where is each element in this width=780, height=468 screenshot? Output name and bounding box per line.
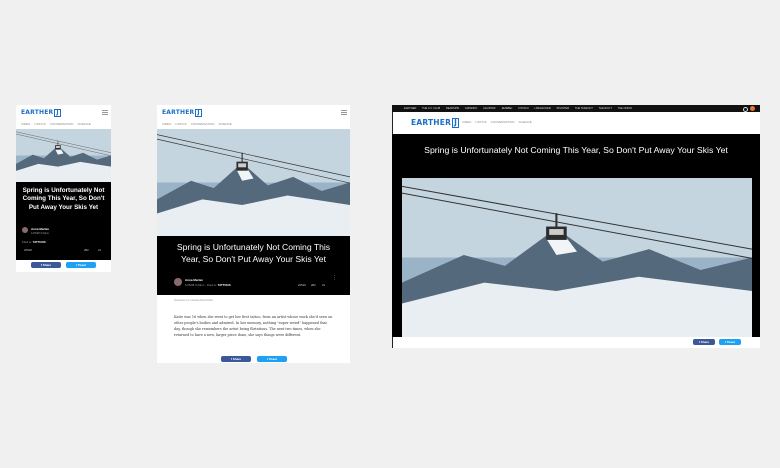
mobile-frame: EARTHER J VIDEO LISTICS CONVERSATION SCIENCE… xyxy=(16,105,111,272)
facebook-share-label: Share xyxy=(700,340,710,344)
twitter-share-label: Tweet xyxy=(268,357,278,361)
desktop-logo[interactable]: EARTHER J xyxy=(411,118,460,128)
facebook-share-label: Share xyxy=(42,263,52,267)
topbar-item-deadspin[interactable]: DEADSPIN xyxy=(446,107,459,110)
views-count: 2251K xyxy=(24,248,33,252)
twitter-icon: t xyxy=(75,263,77,267)
twitter-share-button[interactable]: t Tweet xyxy=(257,356,287,362)
article-title: Spring is Unfortunately Not Coming This … xyxy=(22,187,105,211)
desktop-frame: EARTHER THE A.V. CLUB DEADSPIN GIZMODO J… xyxy=(392,105,760,348)
topbar-item-splinter[interactable]: SPLINTER xyxy=(556,107,569,110)
nav-item-conversation[interactable]: CONVERSATION xyxy=(491,120,515,124)
tablet-hero-image xyxy=(157,129,350,236)
facebook-icon: f xyxy=(698,340,700,344)
logo-text: EARTHER xyxy=(21,109,54,116)
nav-item-video[interactable]: VIDEO xyxy=(162,122,171,126)
twitter-share-label: Tweet xyxy=(726,340,736,344)
search-icon[interactable] xyxy=(743,107,748,112)
mobile-nav: VIDEO LISTICS CONVERSATION SCIENCE xyxy=(21,122,95,126)
tablet-logo[interactable]: EARTHER J xyxy=(162,109,202,117)
topbar-item-onion[interactable]: THE ONION xyxy=(618,107,632,110)
article-title: Spring is Unfortunately Not Coming This … xyxy=(176,242,331,264)
filed-tag[interactable]: TATTOOS xyxy=(33,240,46,244)
logo-box: J xyxy=(195,109,202,117)
filed-more: ∙ xyxy=(46,240,48,244)
nav-item-science[interactable]: SCIENCE xyxy=(77,122,90,126)
illustration-credit: Illustration by Chelsea Beck/GMG xyxy=(174,299,213,302)
article-body: Katie was 16 when she went to get her fi… xyxy=(174,315,333,337)
nav-item-science[interactable]: SCIENCE xyxy=(518,120,531,124)
tablet-title-block: Spring is Unfortunately Not Coming This … xyxy=(157,236,350,295)
hamburger-menu-icon[interactable] xyxy=(102,110,108,115)
author-avatar xyxy=(174,278,182,286)
filed-label: Filed to: xyxy=(206,283,217,287)
topbar-item-earther[interactable]: EARTHER xyxy=(404,107,416,110)
facebook-share-button[interactable]: f Share xyxy=(31,262,61,268)
stars-count[interactable]: 21 xyxy=(322,283,325,287)
stars-count[interactable]: 21 xyxy=(98,248,101,252)
author-avatar xyxy=(22,227,28,233)
comments-count[interactable]: 282 xyxy=(311,283,316,287)
facebook-icon: f xyxy=(230,357,232,361)
more-options-icon[interactable]: ⋮ xyxy=(332,275,337,281)
comments-count[interactable]: 282 xyxy=(84,248,89,252)
topbar-item-jalopnik[interactable]: JALOPNIK xyxy=(483,107,496,110)
twitter-icon: t xyxy=(266,357,268,361)
article-date: 1/25/98 3:23pm xyxy=(185,283,205,287)
twitter-share-label: Tweet xyxy=(77,263,87,267)
facebook-icon: f xyxy=(40,263,42,267)
topbar-item-jezebel[interactable]: JEZEBEL xyxy=(501,107,512,110)
topbar-item-kotaku[interactable]: KOTAKU xyxy=(518,107,528,110)
views-count: 2251K xyxy=(298,283,307,287)
desktop-hero-image xyxy=(402,178,752,337)
topbar-item-takeout[interactable]: THE TAKEOUT xyxy=(575,107,593,110)
filed-more: ∙ xyxy=(231,283,233,287)
nav-item-video[interactable]: VIDEO xyxy=(462,120,471,124)
twitter-share-button[interactable]: t Tweet xyxy=(719,339,741,345)
article-title: Spring is Unfortunately Not Coming This … xyxy=(424,145,728,155)
twitter-share-button[interactable]: t Tweet xyxy=(66,262,96,268)
mobile-logo[interactable]: EARTHER J xyxy=(21,109,61,117)
nav-item-conversation[interactable]: CONVERSATION xyxy=(191,122,215,126)
logo-text: EARTHER xyxy=(162,109,195,116)
filed-tag[interactable]: TATTOOS xyxy=(218,283,231,287)
author-name[interactable]: Anna Merlan xyxy=(185,278,203,282)
topbar-item-lifehacker[interactable]: LIFEHACKER xyxy=(534,107,550,110)
tablet-nav: VIDEO LISTICS CONVERSATION SCIENCE xyxy=(162,122,236,126)
desktop-nav: VIDEO LISTICS CONVERSATION SCIENCE xyxy=(462,120,536,124)
network-topbar: EARTHER THE A.V. CLUB DEADSPIN GIZMODO J… xyxy=(392,105,760,112)
topbar-item-root[interactable]: THE ROOT xyxy=(599,107,612,110)
facebook-share-button[interactable]: f Share xyxy=(693,339,715,345)
mobile-title-block: Spring is Unfortunately Not Coming This … xyxy=(16,182,111,260)
nav-item-conversation[interactable]: CONVERSATION xyxy=(50,122,74,126)
user-avatar[interactable] xyxy=(750,106,755,111)
facebook-share-label: Share xyxy=(232,357,242,361)
logo-box: J xyxy=(452,118,460,128)
topbar-item-avclub[interactable]: THE A.V. CLUB xyxy=(422,107,440,110)
logo-box: J xyxy=(54,109,61,117)
hamburger-menu-icon[interactable] xyxy=(341,110,347,115)
nav-item-video[interactable]: VIDEO xyxy=(21,122,30,126)
filed-label: Filed to: xyxy=(22,240,32,244)
logo-text: EARTHER xyxy=(411,118,452,127)
nav-item-listics[interactable]: LISTICS xyxy=(175,122,186,126)
facebook-share-button[interactable]: f Share xyxy=(221,356,251,362)
tablet-frame: EARTHER J VIDEO LISTICS CONVERSATION SCIENCE… xyxy=(157,105,350,363)
article-meta: 1/25/98 3:23pm · Filed to: TATTOOS ∙ xyxy=(185,283,233,287)
mobile-hero-image xyxy=(16,129,111,182)
nav-item-listics[interactable]: LISTICS xyxy=(475,120,486,124)
desktop-hero-block: Spring is Unfortunately Not Coming This … xyxy=(392,134,760,337)
nav-item-science[interactable]: SCIENCE xyxy=(218,122,231,126)
twitter-icon: t xyxy=(724,340,726,344)
filed-to: Filed to: TATTOOS ∙ xyxy=(22,240,47,244)
article-date: 1/25/98 3:23pm xyxy=(31,232,50,235)
topbar-item-gizmodo[interactable]: GIZMODO xyxy=(465,107,477,110)
nav-item-listics[interactable]: LISTICS xyxy=(34,122,45,126)
author-name[interactable]: Anna Merlan xyxy=(31,227,49,231)
